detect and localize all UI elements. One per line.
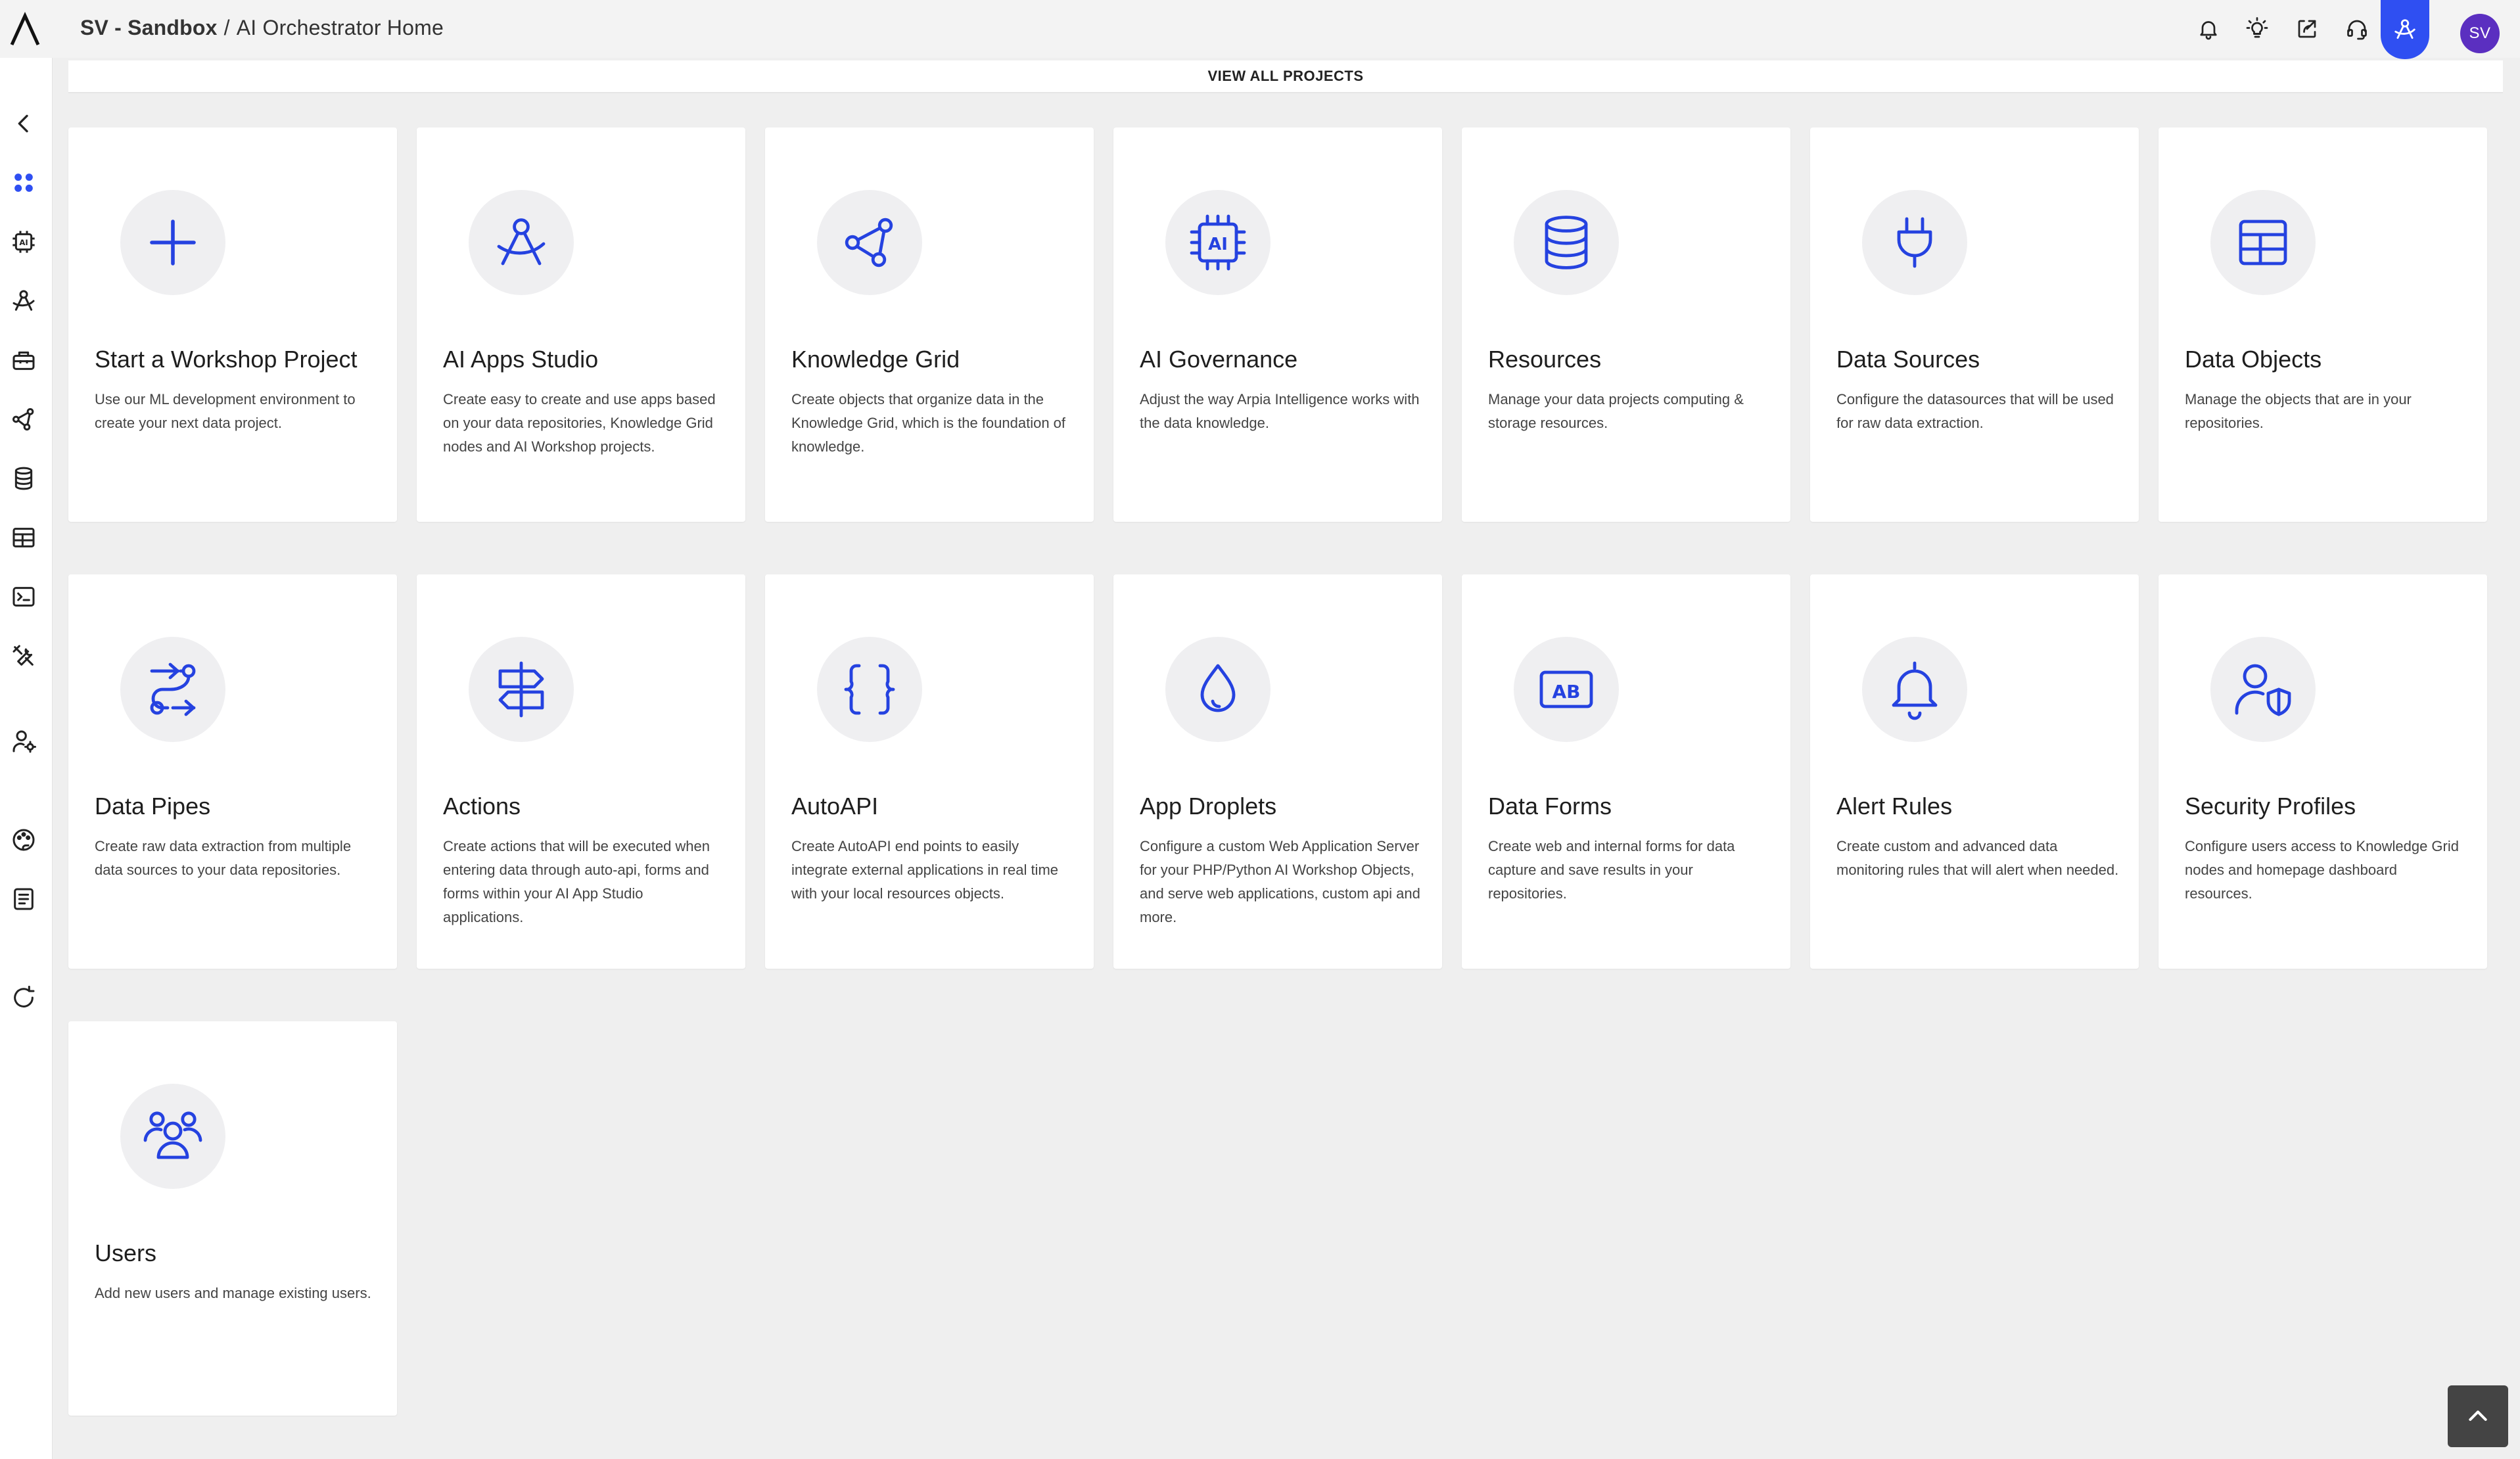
droplet-icon	[1165, 637, 1271, 742]
knowledge-grid-network-icon[interactable]	[9, 405, 38, 434]
dashboard-grid-icon[interactable]	[9, 168, 38, 197]
plus-icon	[120, 190, 225, 295]
card-title: AutoAPI	[791, 793, 879, 820]
collapse-chevron-left-icon[interactable]	[9, 109, 38, 138]
sidebar: AI	[0, 58, 53, 1459]
signpost-icon	[469, 637, 574, 742]
notifications-bell-icon[interactable]	[2195, 16, 2222, 42]
user-avatar[interactable]: SV	[2460, 14, 2500, 53]
plug-icon	[1862, 190, 1967, 295]
svg-text:AI: AI	[1208, 235, 1228, 254]
tools-wrench-icon[interactable]	[9, 641, 38, 670]
user-settings-icon[interactable]	[9, 727, 38, 756]
refresh-icon[interactable]	[9, 983, 38, 1012]
bell-icon	[1862, 637, 1967, 742]
card-actions[interactable]: Actions Create actions that will be exec…	[417, 574, 745, 969]
card-data-forms[interactable]: AB Data Forms Create web and internal fo…	[1462, 574, 1790, 969]
card-title: App Droplets	[1140, 793, 1277, 820]
card-description: Adjust the way Arpia Intelligence works …	[1140, 391, 1420, 431]
card-title: Alert Rules	[1836, 793, 1953, 820]
card-description: Create objects that organize data in the…	[791, 391, 1066, 455]
database-icon	[1514, 190, 1619, 295]
toolbox-icon[interactable]	[9, 346, 38, 375]
route-icon	[120, 637, 225, 742]
braces-icon	[817, 637, 922, 742]
card-users[interactable]: Users Add new users and manage existing …	[68, 1021, 397, 1416]
card-description: Configure a custom Web Application Serve…	[1140, 838, 1420, 925]
breadcrumb: SV - Sandbox / AI Orchestrator Home	[80, 16, 444, 40]
card-title: Data Forms	[1488, 793, 1612, 820]
ideas-lightbulb-icon[interactable]	[2244, 16, 2270, 42]
card-start-workshop-project[interactable]: Start a Workshop Project Use our ML deve…	[68, 127, 397, 522]
card-title: Resources	[1488, 346, 1602, 373]
database-icon[interactable]	[9, 464, 38, 493]
card-description: Configure the datasources that will be u…	[1836, 391, 2114, 431]
card-description: Create AutoAPI end points to easily inte…	[791, 838, 1059, 902]
notebook-icon[interactable]	[9, 885, 38, 914]
card-description: Configure users access to Knowledge Grid…	[2185, 838, 2459, 902]
card-description: Add new users and manage existing users.	[95, 1285, 371, 1301]
card-title: Knowledge Grid	[791, 346, 960, 373]
card-data-sources[interactable]: Data Sources Configure the datasources t…	[1810, 127, 2139, 522]
card-resources[interactable]: Resources Manage your data projects comp…	[1462, 127, 1790, 522]
card-autoapi[interactable]: AutoAPI Create AutoAPI end points to eas…	[765, 574, 1094, 969]
users-icon	[120, 1084, 225, 1189]
card-description: Create custom and advanced data monitori…	[1836, 838, 2119, 878]
card-description: Manage the objects that are in your repo…	[2185, 391, 2412, 431]
top-bar: SV - Sandbox / AI Orchestrator Home SV	[0, 0, 2520, 59]
support-headset-icon[interactable]	[2344, 16, 2370, 42]
card-title: Data Objects	[2185, 346, 2322, 373]
ai-assistant-button[interactable]	[2381, 0, 2429, 59]
breadcrumb-page: AI Orchestrator Home	[236, 16, 444, 39]
share-export-icon[interactable]	[2294, 16, 2320, 42]
ai-chip-icon[interactable]: AI	[9, 227, 38, 256]
app-logo-icon[interactable]	[8, 11, 42, 47]
scroll-to-top-button[interactable]	[2448, 1385, 2508, 1447]
card-title: Data Sources	[1836, 346, 1980, 373]
table-icon	[2210, 190, 2316, 295]
ai-chip-icon: AI	[1165, 190, 1271, 295]
apps-studio-compass-icon[interactable]	[9, 287, 38, 315]
card-title: AI Governance	[1140, 346, 1298, 373]
card-description: Manage your data projects computing & st…	[1488, 391, 1744, 431]
card-ai-governance[interactable]: AI AI Governance Adjust the way Arpia In…	[1113, 127, 1442, 522]
card-data-objects[interactable]: Data Objects Manage the objects that are…	[2158, 127, 2487, 522]
breadcrumb-separator: /	[223, 16, 230, 39]
card-title: Data Pipes	[95, 793, 211, 820]
card-description: Create actions that will be executed whe…	[443, 838, 711, 925]
user-shield-icon	[2210, 637, 2316, 742]
svg-text:AB: AB	[1552, 681, 1580, 703]
view-all-projects-link[interactable]: VIEW ALL PROJECTS	[68, 60, 2503, 93]
card-description: Create easy to create and use apps based…	[443, 391, 716, 455]
card-description: Use our ML development environment to cr…	[95, 391, 356, 431]
network-icon	[817, 190, 922, 295]
chevron-up-icon	[2469, 1410, 2487, 1421]
card-data-pipes[interactable]: Data Pipes Create raw data extraction fr…	[68, 574, 397, 969]
card-description: Create raw data extraction from multiple…	[95, 838, 352, 878]
svg-text:AI: AI	[19, 238, 28, 247]
card-security-profiles[interactable]: Security Profiles Configure users access…	[2158, 574, 2487, 969]
terminal-icon[interactable]	[9, 582, 38, 611]
card-title: Actions	[443, 793, 521, 820]
card-title: Users	[95, 1239, 157, 1266]
person-compass-icon	[2394, 19, 2415, 39]
compass-icon	[469, 190, 574, 295]
card-title: AI Apps Studio	[443, 346, 599, 373]
card-alert-rules[interactable]: Alert Rules Create custom and advanced d…	[1810, 574, 2139, 969]
palette-icon[interactable]	[9, 825, 38, 854]
card-app-droplets[interactable]: App Droplets Configure a custom Web Appl…	[1113, 574, 1442, 969]
breadcrumb-workspace[interactable]: SV - Sandbox	[80, 16, 218, 39]
card-title: Security Profiles	[2185, 793, 2356, 820]
card-knowledge-grid[interactable]: Knowledge Grid Create objects that organ…	[765, 127, 1094, 522]
card-title: Start a Workshop Project	[95, 346, 358, 373]
table-icon[interactable]	[9, 523, 38, 552]
form-ab-icon: AB	[1514, 637, 1619, 742]
card-ai-apps-studio[interactable]: AI Apps Studio Create easy to create and…	[417, 127, 745, 522]
card-description: Create web and internal forms for data c…	[1488, 838, 1735, 902]
